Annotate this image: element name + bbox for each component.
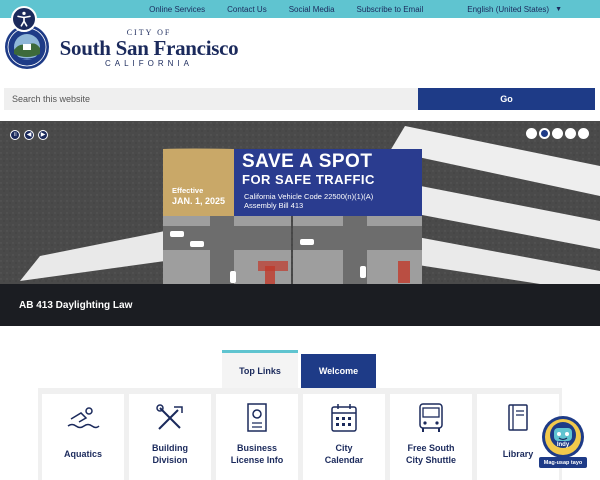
slideshow-prev-button[interactable]: ◀: [24, 130, 34, 140]
page: { "top_nav": { "items": ["Online Service…: [0, 0, 600, 480]
chevron-right-icon: ▶: [40, 132, 46, 138]
search-go-button[interactable]: Go: [418, 88, 595, 110]
language-select[interactable]: English (United States) ▼: [445, 5, 562, 14]
sign-line-1: California Vehicle Code 22500(n)(1)(A): [244, 192, 374, 201]
online-services-link[interactable]: Online Services: [149, 5, 205, 14]
tile-label-line-2: Division: [152, 455, 188, 465]
slide-dot-3[interactable]: [552, 128, 563, 139]
tile-label-line-1: Business: [236, 443, 278, 453]
pause-icon: ॥: [13, 132, 17, 138]
indy-name: Indy: [556, 442, 570, 448]
slideshow-pause-button[interactable]: ॥: [10, 130, 20, 140]
social-media-link[interactable]: Social Media: [289, 5, 335, 14]
accessibility-button[interactable]: [11, 6, 37, 32]
tile-label-line-2: License Info: [230, 455, 284, 465]
sign-title-2: FOR SAFE TRAFFIC: [242, 172, 375, 187]
search-input[interactable]: [4, 88, 418, 110]
state-name: CALIFORNIA: [104, 59, 193, 68]
tile-label: Aquatics: [63, 449, 102, 459]
slideshow-next-button[interactable]: ▶: [38, 130, 48, 140]
accessibility-icon: [17, 11, 31, 27]
tile-label-line-1: City: [335, 443, 353, 453]
city-name: South San Francisco: [59, 36, 239, 60]
effective-label: Effective: [172, 186, 204, 195]
tile-label-line-2: City Shuttle: [405, 455, 456, 465]
site-header: CITY OF South San Francisco CALIFORNIA: [0, 18, 600, 88]
chevron-left-icon: ◀: [26, 132, 32, 138]
slide-dot-1[interactable]: [526, 128, 537, 139]
hero-slideshow: SAVE A SPOT FOR SAFE TRAFFIC California …: [0, 121, 600, 284]
slide-dot-5[interactable]: [578, 128, 589, 139]
tile-building-division[interactable]: Building Division: [129, 394, 211, 480]
slide-dot-2[interactable]: [539, 128, 550, 139]
indy-chatbot-button[interactable]: Indy Mag-usap tayo: [537, 414, 589, 472]
bus-icon: [419, 403, 443, 432]
slide-dot-4[interactable]: [565, 128, 576, 139]
indy-tagline: Mag-usap tayo: [543, 460, 583, 466]
language-label: English (United States): [467, 4, 550, 14]
slide-caption[interactable]: AB 413 Daylighting Law: [0, 284, 600, 326]
sign-title-1: SAVE A SPOT: [242, 151, 373, 172]
tile-city-shuttle[interactable]: Free South City Shuttle: [390, 394, 472, 480]
tile-label-line-1: Free South: [407, 443, 455, 453]
tile-city-calendar[interactable]: City Calendar: [303, 394, 385, 480]
caret-down-icon: ▼: [555, 5, 562, 13]
subscribe-email-link[interactable]: Subscribe to Email: [357, 5, 424, 14]
tile-aquatics[interactable]: Aquatics: [42, 394, 124, 480]
tile-label-line-2: Calendar: [324, 455, 364, 465]
top-nav: Online Services Contact Us Social Media …: [127, 0, 562, 18]
city-wordmark[interactable]: CITY OF South San Francisco CALIFORNIA: [58, 28, 240, 68]
slide-indicators: [524, 128, 589, 139]
effective-date: JAN. 1, 2025: [172, 196, 226, 206]
top-bar: Online Services Contact Us Social Media …: [0, 0, 600, 18]
tile-label-line-1: Building: [152, 443, 188, 453]
contact-us-link[interactable]: Contact Us: [227, 5, 267, 14]
tab-welcome[interactable]: Welcome: [301, 354, 376, 388]
tab-top-links[interactable]: Top Links: [222, 350, 298, 388]
swimmer-icon: [67, 407, 100, 429]
sign-line-2: Assembly Bill 413: [244, 201, 304, 210]
certificate-icon: [247, 403, 267, 432]
tile-business-license[interactable]: Business License Info: [216, 394, 298, 480]
calendar-icon: [331, 404, 357, 432]
tools-icon: [156, 404, 183, 430]
book-icon: [508, 404, 528, 431]
